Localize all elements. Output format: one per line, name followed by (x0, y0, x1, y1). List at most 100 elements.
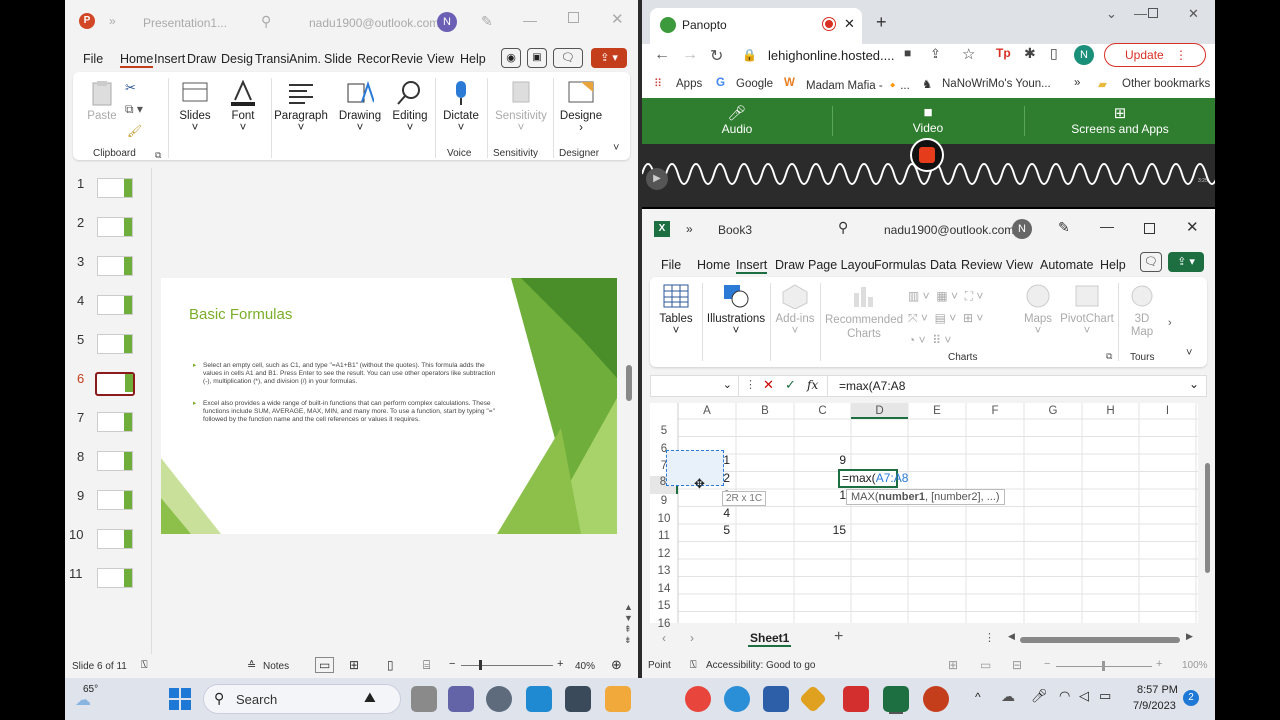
page-layout-icon[interactable]: ▭ (980, 658, 991, 672)
pivotchart-button[interactable]: PivotChart ˅ (1058, 283, 1116, 337)
more-bookmarks-icon[interactable]: » (1074, 77, 1080, 89)
share-button[interactable]: ⇪ ▾ (1168, 252, 1204, 272)
column-header[interactable]: E (908, 403, 966, 419)
close-icon[interactable]: ✕ (611, 10, 624, 28)
fx-icon[interactable]: fx (807, 378, 818, 392)
column-header-active[interactable]: D (851, 403, 908, 419)
update-button[interactable]: Update ⋮ (1104, 43, 1206, 67)
bookmark-apps[interactable]: Apps (676, 78, 702, 90)
play-icon[interactable]: ▶ (646, 168, 668, 190)
dictate-button[interactable]: Dictate ˅ (439, 80, 483, 134)
chrome-icon[interactable] (685, 686, 711, 712)
pen-icon[interactable]: ✎ (1058, 219, 1070, 236)
sheet-tab[interactable]: Sheet1 (748, 631, 792, 647)
designer-button[interactable]: Designe › (557, 80, 605, 134)
comments-icon[interactable]: 🗨 (1140, 252, 1162, 272)
slide-thumbnail[interactable] (97, 295, 133, 315)
clock-time[interactable]: 8:57 PM (1137, 684, 1178, 696)
minimize-icon[interactable]: — (1134, 6, 1147, 21)
row-header[interactable]: 5 (650, 425, 678, 443)
menu-view[interactable]: View (427, 52, 454, 66)
zoom-out-icon[interactable]: − (449, 658, 455, 670)
illustrations-button[interactable]: Illustrations ˅ (706, 283, 766, 337)
ribbon-scroll-icon[interactable]: › (1168, 317, 1172, 329)
menu-file[interactable]: File (83, 52, 103, 66)
column-header[interactable]: F (966, 403, 1024, 419)
forward-icon[interactable]: → (682, 46, 698, 64)
slide-thumbnail[interactable] (97, 490, 133, 510)
cell-c11[interactable]: 15 (794, 522, 846, 539)
normal-view-icon[interactable]: ⊞ (948, 658, 958, 672)
screens-button[interactable]: ⊞ Screens and Apps (1025, 98, 1215, 144)
windows-start-icon[interactable] (169, 688, 191, 710)
row-header[interactable]: 15 (650, 600, 678, 618)
more-icon[interactable]: ⋮ (745, 378, 756, 391)
zoom-out-icon[interactable]: − (1044, 658, 1050, 670)
column-header[interactable]: H (1082, 403, 1139, 419)
notes-icon[interactable]: ≙ (247, 659, 256, 672)
menu-animations[interactable]: Anim. (289, 52, 321, 66)
bookmark-star-icon[interactable]: ☆ (962, 45, 975, 63)
menu-view[interactable]: View (1006, 258, 1033, 272)
minimize-icon[interactable]: — (523, 12, 537, 28)
expand-formula-icon[interactable]: ⌄ (1189, 377, 1199, 391)
tables-button[interactable]: Tables ˅ (656, 283, 696, 337)
slide-thumbnail[interactable] (97, 451, 133, 471)
3d-map-button[interactable]: 3D Map (1122, 283, 1162, 339)
wifi-icon[interactable]: ◠ (1059, 688, 1070, 704)
addins-button[interactable]: Add-ins ˅ (774, 283, 816, 337)
powerpoint-taskbar-icon[interactable] (923, 686, 949, 712)
prev-sheet-icon[interactable]: ‹ (662, 631, 666, 645)
workbook-title[interactable]: Book3 (718, 223, 752, 237)
row-header[interactable]: 14 (650, 583, 678, 601)
zoom-level[interactable]: 100% (1182, 660, 1208, 671)
doc-title[interactable]: Presentation1... (143, 16, 227, 30)
recommended-charts-button[interactable]: Recommended Charts (822, 283, 906, 341)
present-icon[interactable]: ▣ (527, 48, 547, 68)
page-break-icon[interactable]: ⊟ (1012, 658, 1022, 672)
normal-view-icon[interactable]: ▭ (315, 657, 335, 673)
task-view-icon[interactable] (411, 686, 437, 712)
zoom-level[interactable]: 40% (575, 661, 595, 672)
record-button[interactable] (910, 138, 944, 172)
maximize-icon[interactable] (568, 12, 579, 23)
zoom-slider-thumb[interactable] (1102, 661, 1105, 671)
slide-thumbnail[interactable] (97, 529, 133, 549)
menu-insert[interactable]: Insert (154, 52, 185, 66)
omnibox[interactable]: 🔒 lehighonline.hosted.... (736, 42, 996, 70)
sensitivity-button[interactable]: Sensitivity ˅ (491, 80, 551, 134)
chevron-down-icon[interactable]: ⌄ (1106, 6, 1117, 22)
weather-temp[interactable]: 65° (83, 684, 98, 695)
slide-thumbnail[interactable] (97, 412, 133, 432)
zoom-in-icon[interactable]: + (1156, 658, 1162, 670)
font-button[interactable]: Font ˅ (223, 80, 263, 134)
scrollbar-thumb[interactable] (626, 365, 632, 401)
clock-date[interactable]: 7/9/2023 (1133, 700, 1176, 712)
menu-data[interactable]: Data (930, 258, 956, 272)
slide-thumbnail[interactable] (97, 256, 133, 276)
maps-button[interactable]: Maps ˅ (1018, 283, 1058, 337)
show-hidden-icons-icon[interactable]: ^ (975, 690, 981, 704)
function-tooltip[interactable]: MAX(number1, [number2], ...) (846, 489, 1005, 505)
edge-icon[interactable] (724, 686, 750, 712)
enter-icon[interactable]: ✓ (785, 377, 796, 393)
column-header[interactable]: G (1024, 403, 1082, 419)
audio-button[interactable]: 🎤︎ Audio (642, 98, 832, 144)
paragraph-button[interactable]: Paragraph ˅ (273, 80, 329, 134)
menu-home[interactable]: Home (120, 52, 154, 68)
cell-a7[interactable]: 1 (678, 452, 730, 469)
menu-help[interactable]: Help (460, 52, 486, 66)
slide-thumbnail[interactable] (97, 217, 133, 237)
close-icon[interactable]: ✕ (1188, 6, 1199, 22)
avatar[interactable]: N (1012, 219, 1032, 239)
accessibility-status[interactable]: Accessibility: Good to go (706, 660, 816, 671)
cut-icon[interactable]: ✂ (125, 80, 136, 96)
onedrive-icon[interactable]: ☁ (1001, 688, 1015, 705)
active-cell-d8[interactable]: =max(A7:A8 (838, 469, 908, 488)
bookmark-madam-mafia[interactable]: Madam Mafia - 🔸... (806, 78, 910, 92)
menu-review[interactable]: Review (961, 258, 1002, 272)
accessibility-icon[interactable]: ⍂ (141, 659, 148, 672)
column-header[interactable]: C (794, 403, 851, 419)
more-commands-icon[interactable]: » (686, 222, 693, 236)
ribbon-collapse-icon[interactable]: ˅ (613, 142, 619, 154)
